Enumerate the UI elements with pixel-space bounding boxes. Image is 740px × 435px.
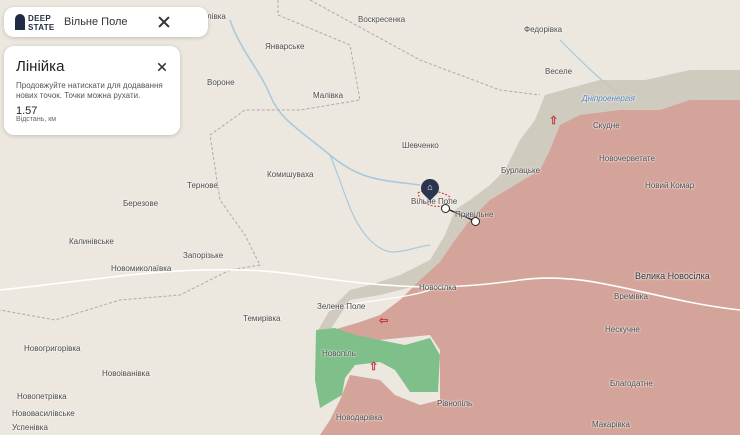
label-blahodatne: Благодатне: [610, 379, 653, 388]
label-dniproenerhiia: Дніпроенергія: [582, 94, 635, 103]
label-shevchenko: Шевченко: [402, 141, 439, 150]
selected-place-name: Вільне Поле: [64, 16, 128, 28]
ruler-hint: Продовжуйте натискати для додавання нови…: [16, 81, 163, 100]
label-vilne-pole: Вільне Поле: [411, 197, 458, 206]
label-velyka-novosilka: Велика Новосілка: [635, 271, 710, 281]
logo-icon: [15, 14, 25, 30]
label-novovasylivske: Нововасилівське: [12, 409, 75, 418]
ruler-title: Лінійка: [16, 58, 65, 75]
label-malivka: Малівка: [313, 91, 344, 100]
home-icon: ⌂: [427, 182, 433, 192]
label-vesele: Веселе: [545, 67, 573, 76]
ruler-point[interactable]: [471, 217, 480, 226]
admin-border-2: [309, 0, 541, 96]
label-skudne: Скудне: [593, 121, 620, 130]
label-novosilka: Новосілка: [419, 283, 457, 292]
label-novomykolaivka: Новомиколаївка: [111, 264, 172, 273]
label-novyi-komar: Новий Комар: [645, 181, 695, 190]
label-novodarivka: Новодарівка: [336, 413, 383, 422]
attack-arrow-icon: ⇧: [549, 115, 559, 127]
ruler-panel: Лінійка Продовжуйте натискати для додава…: [4, 46, 180, 135]
label-zaporizke: Запорізьке: [183, 251, 224, 260]
label-burlatske: Бурлацьке: [501, 166, 541, 175]
label-berezove: Березове: [123, 199, 159, 208]
search-bar: DEEP STATE Вільне Поле: [4, 7, 208, 37]
label-novopetrivka: Новопетрівка: [17, 392, 67, 401]
label-novohryhorivka: Новогригорівка: [24, 344, 81, 353]
label-rivnopil: Рівнопіль: [437, 399, 473, 408]
label-neskuchne: Нескучне: [605, 325, 640, 334]
label-vremivka: Времівка: [614, 292, 648, 301]
label-novochervone: Новочерветате: [599, 154, 655, 163]
close-icon[interactable]: [156, 14, 172, 30]
ruler-distance-unit: Відстань, км: [16, 116, 57, 123]
logo-text-line1: DEEP: [28, 14, 51, 23]
attack-arrow-icon: ⇦: [379, 315, 389, 327]
ruler-point[interactable]: [441, 204, 450, 213]
label-komyshuvakha: Комишуваха: [267, 170, 314, 179]
label-novoivanivka: Новоіванівка: [102, 369, 150, 378]
label-voskresenka: Воскресенка: [358, 15, 406, 24]
label-fedorivka: Федорівка: [524, 25, 563, 34]
label-temyrivka: Темирівка: [243, 314, 281, 323]
label-yanvarske: Январське: [265, 42, 305, 51]
label-kalynivske: Калинівське: [69, 237, 114, 246]
label-zelene-pole: Зелене Поле: [317, 302, 366, 311]
deepstate-logo[interactable]: DEEP STATE: [15, 13, 63, 32]
label-makarivka: Макарівка: [592, 420, 630, 429]
attack-arrow-icon: ⇧: [369, 361, 379, 373]
logo-text-line2: STATE: [28, 23, 55, 32]
label-uspenivka: Успенівка: [12, 423, 48, 432]
label-novopil: Новопіль: [322, 349, 356, 358]
label-vorone: Вороне: [207, 78, 235, 87]
close-icon[interactable]: [156, 61, 168, 73]
label-ternove: Тернове: [187, 181, 218, 190]
